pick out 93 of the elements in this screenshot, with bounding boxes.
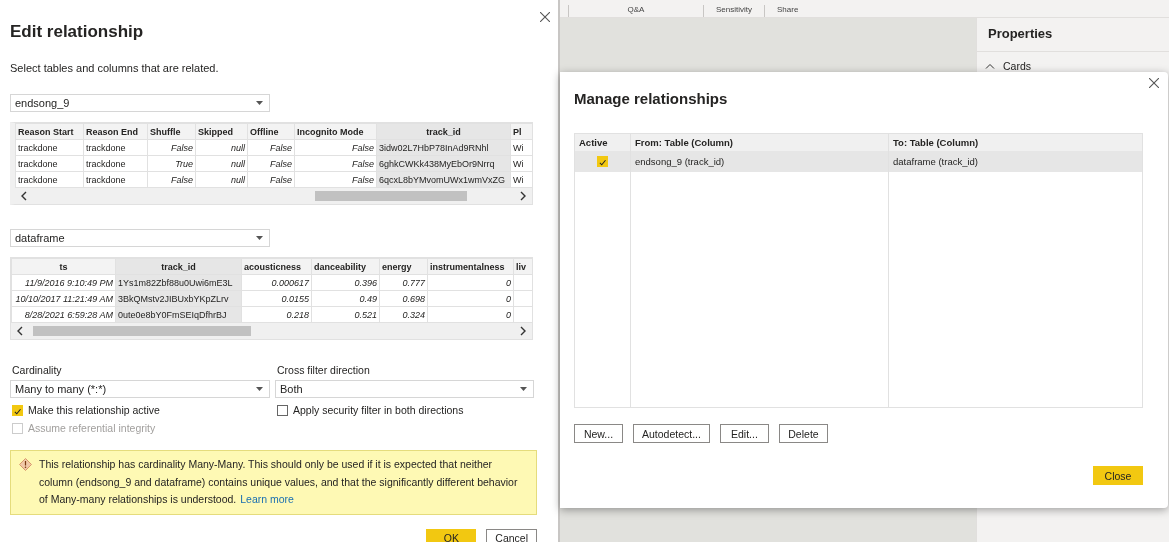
table-cell: False	[294, 139, 377, 156]
table-cell: 0.000617	[241, 274, 312, 291]
column-header[interactable]: energy	[379, 258, 428, 275]
action-button[interactable]: New...	[574, 424, 623, 443]
table-cell: False	[247, 171, 295, 188]
ribbon-tab[interactable]: Share	[764, 5, 811, 17]
column-header[interactable]: acousticness	[241, 258, 312, 275]
table-cell: trackdone	[15, 139, 84, 156]
table-cell: False	[294, 155, 377, 172]
scrollbar-thumb[interactable]	[315, 191, 467, 201]
table-cell: False	[247, 155, 295, 172]
checkbox-label: Assume referential integrity	[28, 422, 156, 434]
table-cell: 0.521	[311, 306, 380, 323]
table-cell: trackdone	[83, 171, 148, 188]
section-header[interactable]: Cards	[977, 52, 1169, 80]
action-button[interactable]: Delete	[778, 424, 828, 443]
table-dropdown[interactable]: endsong_9	[10, 94, 270, 112]
cancel-button[interactable]: Cancel	[486, 528, 537, 542]
caret-icon	[520, 387, 527, 391]
ok-button[interactable]: OK	[426, 528, 477, 542]
dialog-subtitle: Select tables and columns that are related.	[10, 62, 220, 74]
table-cell: 0.777	[379, 274, 428, 291]
table-cell: 0	[427, 290, 514, 307]
action-button[interactable]: Autodetect...	[633, 424, 710, 443]
action-button[interactable]: Edit...	[719, 424, 769, 443]
chevron-right-icon[interactable]	[520, 326, 526, 336]
column-header[interactable]: Pl	[510, 123, 532, 140]
scrollbar-thumb[interactable]	[33, 326, 251, 336]
caret-icon	[256, 101, 263, 105]
table-cell: trackdone	[15, 155, 84, 172]
column-header[interactable]: ts	[11, 258, 116, 275]
table-cell: null	[195, 171, 248, 188]
table-cell: 0.324	[379, 306, 428, 323]
column-header[interactable]: Reason Start	[15, 123, 84, 140]
pane-title: Properties	[977, 18, 1169, 52]
dialog-title: Edit relationship	[10, 22, 145, 42]
table-cell: 11/9/2016 9:10:49 PM	[11, 274, 116, 291]
learn-more-link[interactable]: Learn more	[240, 493, 294, 505]
ribbon-tab[interactable]: Q&A	[568, 5, 703, 17]
column-header[interactable]: Skipped	[195, 123, 248, 140]
column-header[interactable]: Shuffle	[147, 123, 196, 140]
cross-filter-dropdown[interactable]: Both	[275, 380, 534, 398]
table-dropdown[interactable]: dataframe	[10, 229, 270, 247]
table-cell: 0.218	[241, 306, 312, 323]
scrollbar[interactable]	[11, 323, 532, 339]
table-cell: False	[147, 171, 196, 188]
cardinality-dropdown[interactable]: Many to many (*:*)	[10, 380, 270, 398]
table-cell: null	[195, 155, 248, 172]
field-label: Cross filter direction	[277, 364, 371, 376]
table-cell: 0.49	[311, 290, 380, 307]
warning-message: This relationship has cardinality Many-Many. This should only be used if it is expected that neither column (endsong_9 and dataframe) contains unique values, and that the significantly different behavior of Many-many relationships is understood. Learn more	[39, 457, 519, 507]
table-cell: True	[147, 155, 196, 172]
table-cell: null	[195, 139, 248, 156]
table-cell: trackdone	[15, 171, 84, 188]
table-cell-text: dataframe (track_id)	[892, 155, 979, 169]
table-cell: endsong_9 (track_id)	[631, 151, 889, 172]
column-header[interactable]: Reason End	[83, 123, 148, 140]
column-header[interactable]: Offline	[247, 123, 295, 140]
column-header[interactable]: track_id	[376, 123, 511, 140]
field-label: Cardinality	[12, 364, 63, 376]
chevron-right-icon[interactable]	[520, 191, 526, 201]
table-cell: False	[147, 139, 196, 156]
close-icon[interactable]	[540, 12, 550, 22]
dialog-title: Manage relationships	[574, 90, 729, 107]
column-header: To: Table (Column)	[892, 136, 980, 150]
table-cell: 0.0155	[241, 290, 312, 307]
table-cell: 8/28/2021 6:59:28 AM	[11, 306, 116, 323]
column-header[interactable]: danceability	[311, 258, 380, 275]
table-cell: 0.698	[379, 290, 428, 307]
table-cell: False	[247, 139, 295, 156]
table-cell: False	[294, 171, 377, 188]
table-cell: 0	[427, 306, 514, 323]
table-cell: trackdone	[83, 155, 148, 172]
table-cell: 10/10/2017 11:21:49 AM	[11, 290, 116, 307]
table-cell: 0.396	[311, 274, 380, 291]
chevron-left-icon[interactable]	[17, 326, 23, 336]
checkbox-label: Apply security filter in both directions	[293, 404, 464, 416]
checkbox[interactable]	[277, 404, 288, 416]
ribbon-tab[interactable]: Sensitivity	[703, 5, 764, 17]
close-icon[interactable]	[1149, 78, 1159, 88]
caret-icon	[256, 236, 263, 240]
checkbox-label: Make this relationship active	[28, 404, 160, 416]
column-header[interactable]: track_id	[115, 258, 242, 275]
column-header[interactable]: Incognito Mode	[294, 123, 377, 140]
column-header[interactable]: instrumentalness	[427, 258, 514, 275]
warning-icon	[19, 458, 32, 471]
table-cell: 0	[427, 274, 514, 291]
scrollbar[interactable]	[15, 188, 532, 204]
chevron-left-icon[interactable]	[21, 191, 27, 201]
table-cell: trackdone	[83, 139, 148, 156]
relationship-row[interactable]: endsong_9 (track_id) dataframe (track_id)	[575, 151, 1142, 172]
caret-icon	[256, 387, 263, 391]
close-button[interactable]: Close	[1093, 466, 1143, 485]
